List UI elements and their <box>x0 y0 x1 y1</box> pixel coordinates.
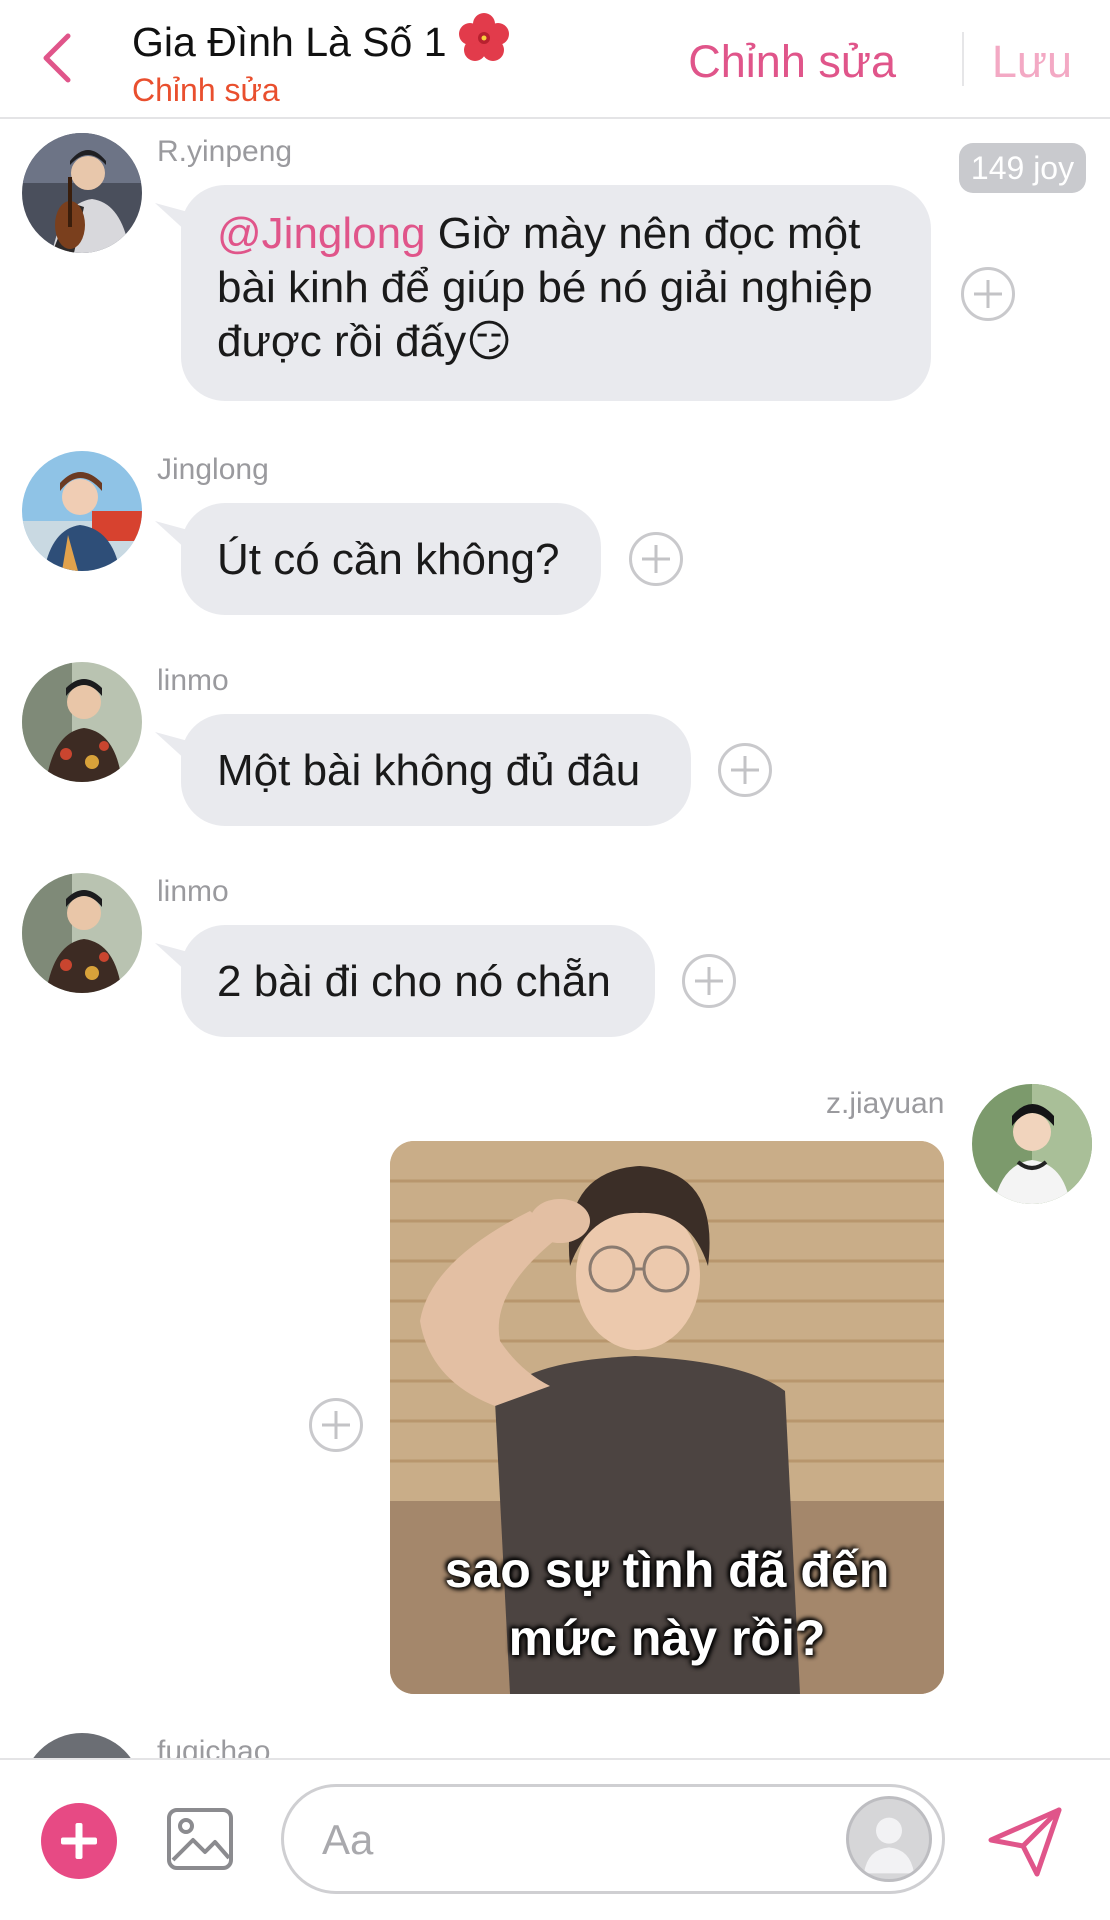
avatar-z-jiayuan[interactable] <box>972 1084 1092 1204</box>
avatar-r-yinpeng[interactable] <box>22 133 142 253</box>
plus-reaction-icon[interactable] <box>718 743 772 797</box>
mention-link[interactable]: @Jinglong <box>217 209 426 258</box>
composer-bar <box>0 1758 1110 1920</box>
avatar-fuqichao[interactable] <box>22 1733 142 1759</box>
message-text: 2 bài đi cho nó chẵn <box>217 957 611 1006</box>
image-icon[interactable] <box>165 1804 235 1874</box>
message-bubble[interactable]: Út có cần không? <box>181 503 601 615</box>
back-chevron-icon[interactable] <box>38 30 78 86</box>
avatar-linmo[interactable] <box>22 873 142 993</box>
joy-badge: 149 joy <box>959 143 1086 193</box>
avatar-linmo[interactable] <box>22 662 142 782</box>
avatar-jinglong[interactable] <box>22 451 142 571</box>
chat-title-text: Gia Đình Là Số 1 <box>132 19 447 65</box>
username: fuqichao <box>157 1735 271 1759</box>
message-text: Một bài không đủ đâu <box>217 746 641 795</box>
message-input[interactable] <box>320 1807 804 1873</box>
header-divider <box>962 32 964 86</box>
add-icon[interactable] <box>41 1803 117 1879</box>
composer-divider <box>0 1758 1110 1760</box>
plus-reaction-icon[interactable] <box>309 1398 363 1452</box>
username: z.jiayuan <box>826 1087 945 1120</box>
send-icon[interactable] <box>985 1804 1065 1880</box>
chat-header: Gia Đình Là Số 1 Chỉnh sửa Chỉnh sửa Lưu <box>0 0 1110 119</box>
message-bubble[interactable]: Một bài không đủ đâu <box>181 714 691 826</box>
message-text: Út có cần không? <box>217 535 560 584</box>
plus-reaction-icon[interactable] <box>961 267 1015 321</box>
chat-title[interactable]: Gia Đình Là Số 1 <box>132 12 510 66</box>
plus-reaction-icon[interactable] <box>682 954 736 1008</box>
plus-reaction-icon[interactable] <box>629 532 683 586</box>
hibiscus-icon <box>458 13 509 61</box>
chat-subtitle[interactable]: Chỉnh sửa <box>132 72 280 109</box>
username: linmo <box>157 875 229 908</box>
message-list[interactable]: R.yinpeng 149 joy @Jinglong Giờ mày nên … <box>0 119 1110 1759</box>
message-bubble[interactable]: 2 bài đi cho nó chẵn <box>181 925 655 1037</box>
username: R.yinpeng <box>157 135 293 168</box>
edit-button[interactable]: Chỉnh sửa <box>688 36 896 88</box>
meme-caption-line-2: mức này rồi? <box>508 1610 826 1666</box>
username: linmo <box>157 664 229 697</box>
avatar-placeholder-icon[interactable] <box>846 1796 932 1882</box>
message-bubble[interactable]: @Jinglong Giờ mày nên đọc một bài kinh đ… <box>181 185 931 401</box>
meme-caption-line-1: sao sự tình đã đến <box>444 1542 890 1598</box>
message-input-wrapper <box>281 1784 945 1894</box>
save-button[interactable]: Lưu <box>992 36 1072 88</box>
username: Jinglong <box>157 453 269 486</box>
message-image[interactable]: sao sự tình đã đến mức này rồi? <box>390 1141 944 1694</box>
